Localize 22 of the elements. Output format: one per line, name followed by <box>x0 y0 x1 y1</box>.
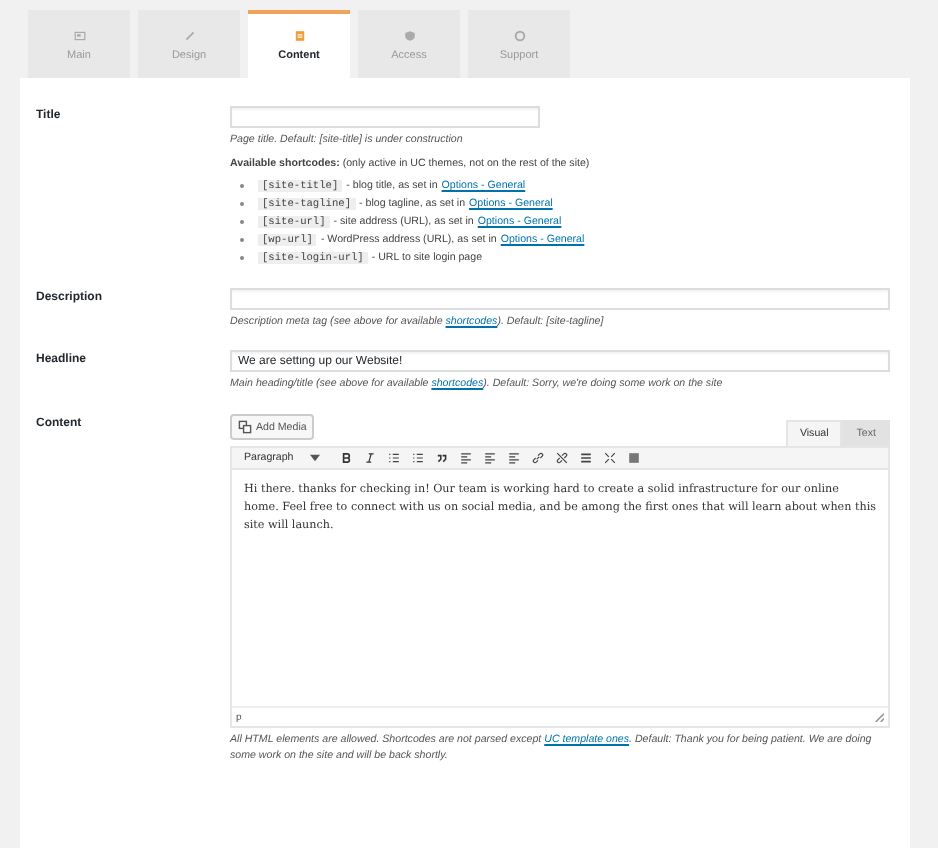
italic-icon[interactable] <box>363 452 376 465</box>
resize-handle-icon[interactable] <box>874 712 884 723</box>
horizontal-rule-icon[interactable] <box>579 452 592 465</box>
media-icon <box>238 420 252 435</box>
unlink-icon[interactable] <box>555 452 568 465</box>
fullscreen-icon[interactable] <box>603 452 616 465</box>
bold-icon[interactable] <box>339 452 352 465</box>
caret-icon <box>309 454 320 463</box>
brush-icon <box>183 30 195 42</box>
image-icon <box>73 30 85 42</box>
title-input[interactable] <box>230 106 540 128</box>
align-left-icon[interactable] <box>459 452 472 465</box>
quote-icon[interactable] <box>435 452 448 465</box>
shield-icon <box>403 30 415 42</box>
description-input[interactable] <box>230 287 890 310</box>
document-icon <box>293 30 305 42</box>
numbered-list-icon[interactable] <box>411 452 424 465</box>
align-center-icon[interactable] <box>483 452 496 465</box>
bullet-list-icon[interactable] <box>387 452 400 465</box>
toolbar-toggle-icon[interactable] <box>627 452 640 465</box>
link-icon[interactable] <box>531 452 544 465</box>
align-right-icon[interactable] <box>507 452 520 465</box>
